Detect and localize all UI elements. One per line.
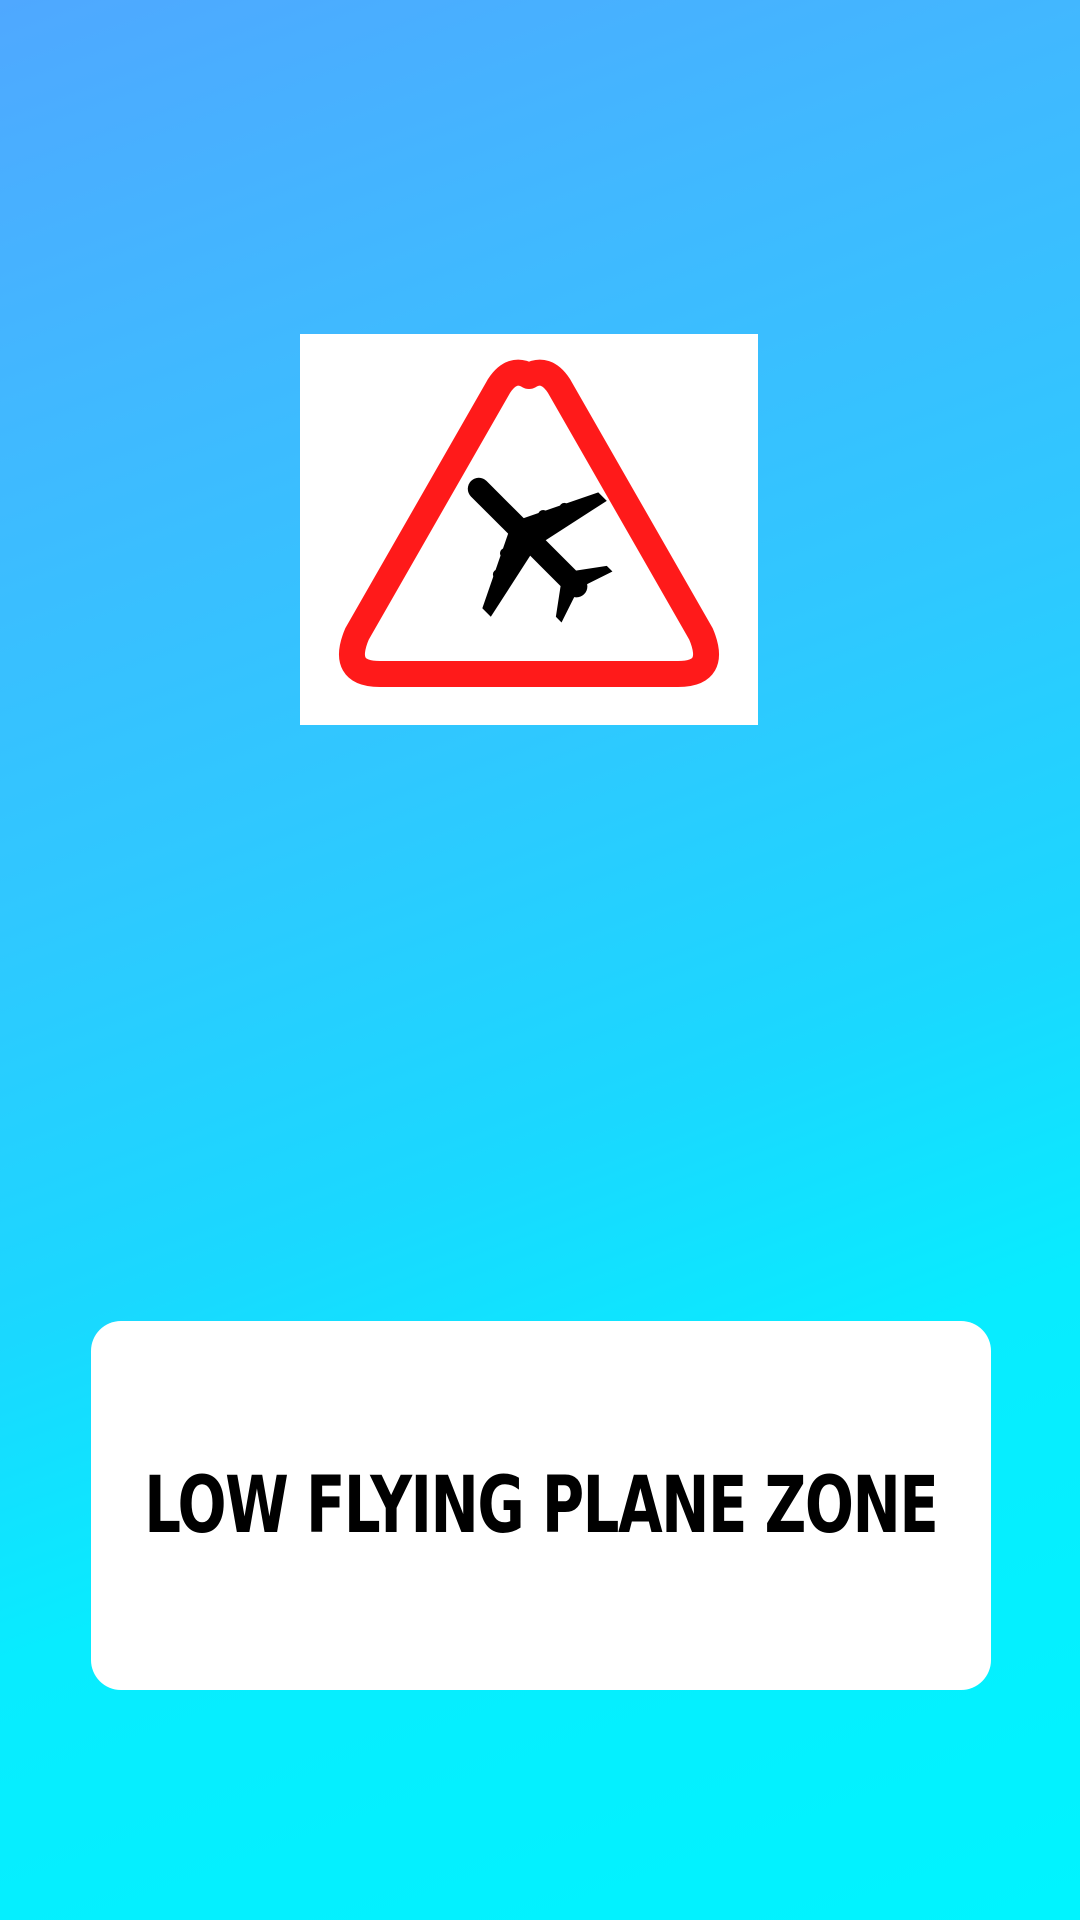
- story-screen: LOW FLYING PLANE ZONE: [0, 0, 1080, 1920]
- caption-text: LOW FLYING PLANE ZONE: [144, 1460, 939, 1551]
- caption-card: LOW FLYING PLANE ZONE: [91, 1321, 991, 1690]
- warning-sign-image: [300, 334, 758, 725]
- airplane-warning-icon: [339, 359, 719, 687]
